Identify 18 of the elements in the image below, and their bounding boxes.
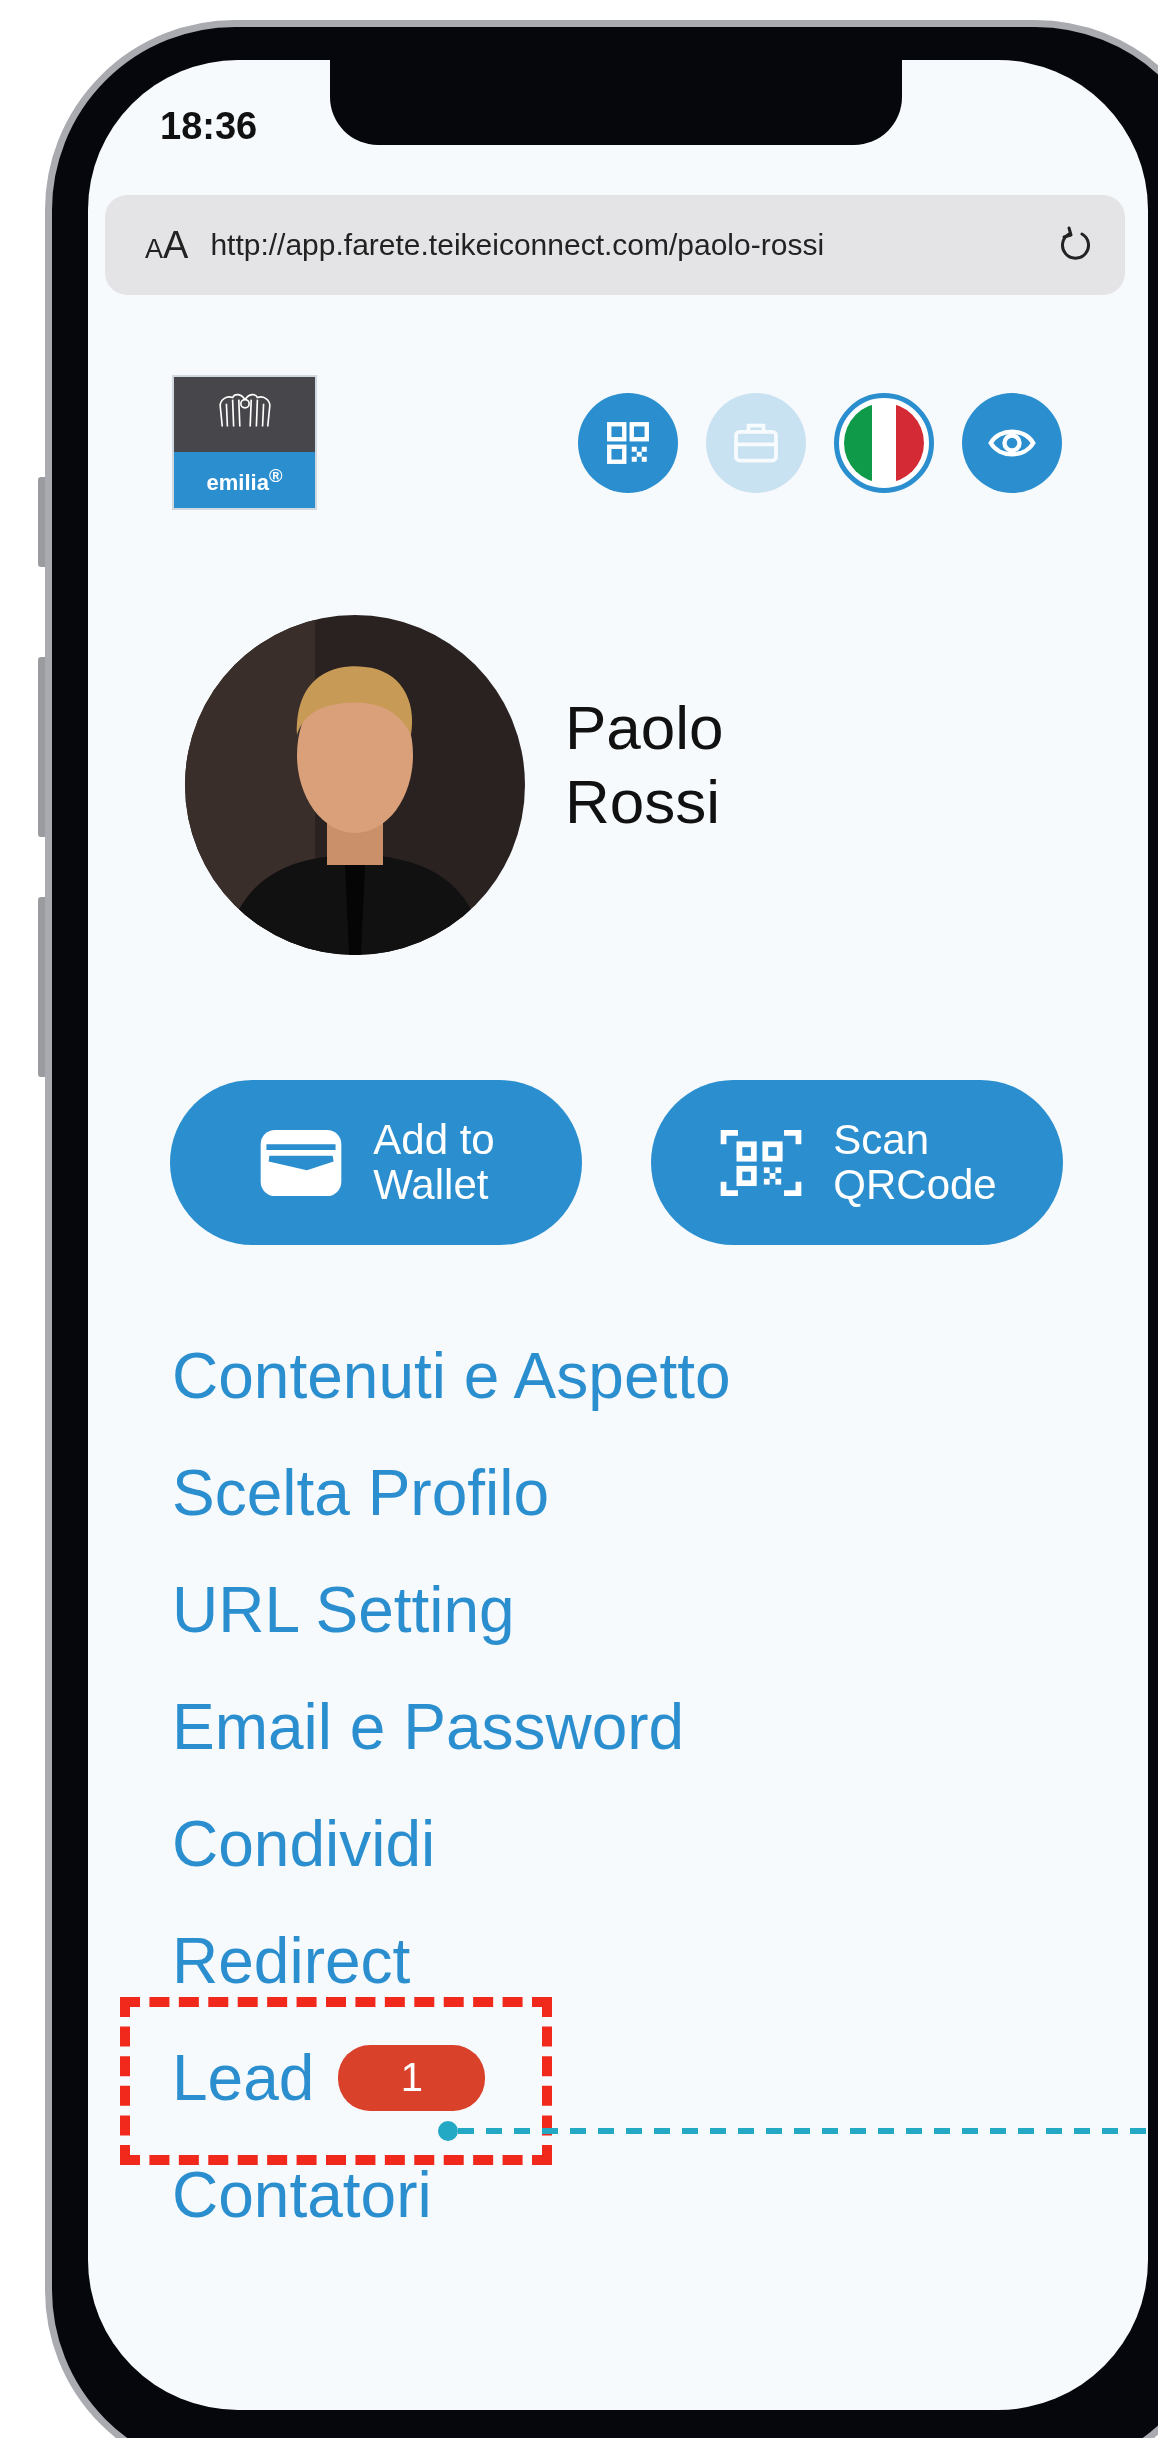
menu-link[interactable]: Condividi: [172, 1806, 436, 1881]
url-text: http://app.farete.teikeiconnect.com/paolo-rossi: [210, 228, 826, 262]
address-bar[interactable]: AA http://app.farete.teikeiconnect.com/paolo-rossi: [105, 195, 1125, 295]
profile-first-name: Paolo: [565, 691, 724, 764]
status-time: 18:36: [160, 105, 258, 147]
menu-link[interactable]: Lead: [172, 2040, 315, 2115]
menu-link[interactable]: Scelta Profilo: [172, 1455, 550, 1530]
menu-link[interactable]: URL Setting: [172, 1572, 515, 1647]
menu-link[interactable]: Contenuti e Aspetto: [172, 1338, 731, 1413]
text-size-button[interactable]: AA: [145, 223, 189, 267]
profile-last-name: Rossi: [565, 766, 722, 838]
menu-link[interactable]: Email e Password: [172, 1689, 685, 1764]
menu-link[interactable]: Contatori: [172, 2157, 432, 2232]
count-badge: 1: [338, 2044, 486, 2111]
logo-text: emilia$^{®}$: [174, 451, 315, 508]
add-to-wallet-button[interactable]: Add to Wallet: [170, 1080, 582, 1245]
scan-qrcode-button[interactable]: Scan QRCode: [651, 1080, 1063, 1245]
menu-link[interactable]: Redirect: [172, 1923, 411, 1998]
